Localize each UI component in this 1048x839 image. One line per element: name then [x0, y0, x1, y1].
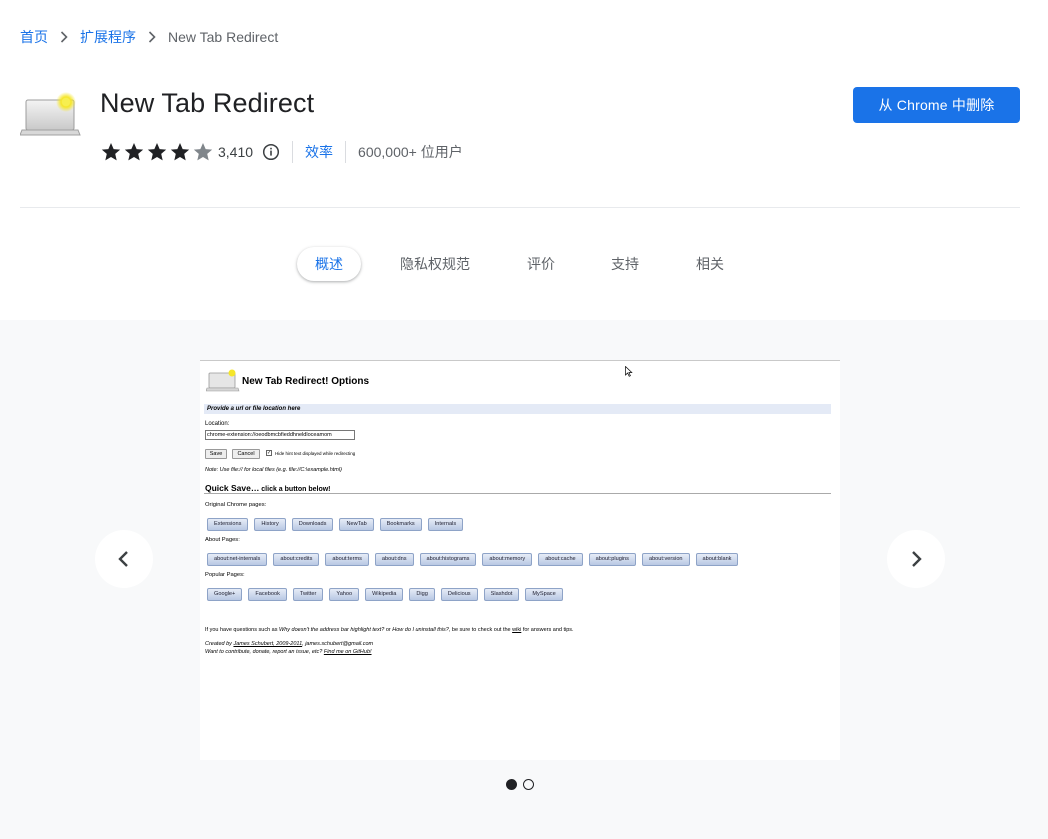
breadcrumb-extensions-link[interactable]: 扩展程序: [80, 27, 136, 47]
popular-page-button: Slashdot: [483, 588, 520, 601]
original-pages-row: Extensions History Downloads NewTab Book…: [207, 518, 464, 531]
chevron-right-icon: [148, 31, 156, 43]
mouse-cursor-icon: [625, 366, 633, 377]
extension-logo-icon: [19, 92, 82, 140]
quick-save-title: Quick Save…: [205, 483, 260, 493]
tab-support[interactable]: 支持: [600, 247, 650, 281]
tab-related[interactable]: 相关: [685, 247, 735, 281]
about-page-button: about:memory: [482, 553, 533, 566]
faq-text-e: , be sure to check out the: [448, 627, 513, 633]
about-page-button: about:terms: [325, 553, 369, 566]
popular-page-button: Twitter: [292, 588, 324, 601]
about-page-button: about:net-internals: [207, 553, 268, 566]
options-created-text: Created by James Schubert, 2009-2011, ja…: [205, 641, 373, 647]
info-icon[interactable]: [262, 143, 280, 161]
gallery-next-button[interactable]: [887, 530, 945, 588]
location-label: Location:: [205, 421, 230, 427]
original-page-button: Extensions: [207, 518, 249, 531]
meta-divider: [292, 141, 294, 163]
screenshot-gallery: New Tab Redirect! Options Provide a url …: [0, 320, 1048, 839]
about-page-button: about:version: [641, 553, 690, 566]
created-author-link: James Schubert, 2009-2011: [233, 641, 303, 647]
faq-wiki-link: wiki: [512, 627, 522, 633]
about-page-button: about:dns: [374, 553, 414, 566]
popular-page-button: MySpace: [525, 588, 563, 601]
meta-divider: [345, 141, 347, 163]
about-page-button: about:plugins: [588, 553, 636, 566]
options-logo-icon: [205, 369, 240, 393]
popular-pages-label: Popular Pages:: [205, 572, 245, 578]
original-page-button: NewTab: [339, 518, 374, 531]
popular-page-button: Delicious: [440, 588, 478, 601]
contribute-text: Want to contribute, donate, report an is…: [205, 649, 324, 655]
options-band: Provide a url or file location here: [204, 404, 831, 414]
popular-page-button: Digg: [409, 588, 435, 601]
popular-page-button: Yahoo: [329, 588, 360, 601]
gallery-dot-1[interactable]: [506, 779, 517, 790]
about-page-button: about:blank: [695, 553, 739, 566]
options-save-button: Save: [205, 449, 227, 459]
chevron-right-icon: [912, 551, 922, 567]
faq-text-b: Why doesn't the address bar highlight te…: [279, 627, 385, 633]
options-faq-text: If you have questions such as Why doesn'…: [205, 627, 574, 633]
original-page-button: Bookmarks: [379, 518, 422, 531]
extension-meta: 3,410 效率 600,000+ 位用户: [100, 140, 463, 164]
tab-privacy[interactable]: 隐私权规范: [392, 247, 478, 281]
options-title: New Tab Redirect! Options: [242, 376, 370, 387]
gallery-prev-button[interactable]: [95, 530, 153, 588]
popular-page-button: Google+: [207, 588, 243, 601]
faq-text-d: How do I uninstall this?: [392, 627, 449, 633]
options-note: Note: Use file:// for local files (e.g. …: [205, 467, 342, 473]
star-filled-icon: [101, 143, 121, 161]
original-page-button: History: [254, 518, 286, 531]
star-filled-icon: [124, 143, 144, 161]
tab-overview[interactable]: 概述: [297, 247, 361, 281]
star-filled-icon: [170, 143, 190, 161]
star-empty-icon: [193, 143, 213, 161]
options-rule: [204, 493, 831, 494]
about-page-button: about:credits: [273, 553, 320, 566]
hide-hint-label: Hide hint text displayed while redirecti…: [275, 451, 356, 456]
location-input: chrome-extension://oeodbmcbfieddhneldloc…: [205, 430, 355, 440]
popular-page-button: Wikipedia: [365, 588, 404, 601]
popular-pages-row: Google+ Facebook Twitter Yahoo Wikipedia…: [207, 588, 563, 601]
extension-title: New Tab Redirect: [100, 88, 315, 118]
star-filled-icon: [147, 143, 167, 161]
remove-from-chrome-button[interactable]: 从 Chrome 中删除: [853, 87, 1020, 123]
created-email: , james.schubert@gmail.com: [302, 641, 374, 647]
chevron-left-icon: [118, 551, 128, 567]
rating-stars: [100, 141, 214, 163]
about-pages-row: about:net-internals about:credits about:…: [207, 553, 739, 566]
breadcrumb-home-link[interactable]: 首页: [20, 27, 48, 47]
quick-save-heading: Quick Save… click a button below!: [205, 483, 331, 493]
options-cancel-button: Cancel: [232, 449, 260, 459]
options-contribute-text: Want to contribute, donate, report an is…: [205, 649, 372, 655]
gallery-screenshot[interactable]: New Tab Redirect! Options Provide a url …: [200, 360, 840, 760]
github-link: Find me on GitHub!: [323, 649, 372, 655]
breadcrumb-current: New Tab Redirect: [168, 29, 279, 45]
about-page-button: about:cache: [538, 553, 583, 566]
original-page-button: Downloads: [291, 518, 334, 531]
tab-reviews[interactable]: 评价: [516, 247, 566, 281]
breadcrumb: 首页 扩展程序 New Tab Redirect: [20, 27, 278, 47]
header-divider: [20, 207, 1020, 208]
gallery-dots: [506, 779, 534, 790]
about-pages-label: About Pages:: [205, 537, 240, 543]
gallery-dot-2[interactable]: [523, 779, 534, 790]
popular-page-button: Facebook: [248, 588, 287, 601]
original-pages-label: Original Chrome pages:: [205, 502, 267, 508]
original-page-button: Internals: [427, 518, 464, 531]
user-count: 600,000+ 位用户: [358, 144, 463, 160]
rating-count[interactable]: 3,410: [218, 144, 253, 160]
hide-hint-checkbox: ✓: [266, 450, 272, 456]
created-text-a: Created by: [205, 641, 234, 647]
about-page-button: about:histograms: [419, 553, 477, 566]
faq-text-g: for answers and tips.: [521, 627, 574, 633]
quick-save-subtitle: click a button below!: [259, 486, 331, 493]
faq-text-a: If you have questions such as: [205, 627, 279, 633]
detail-tabs: 概述 隐私权规范 评价 支持 相关: [0, 247, 1048, 281]
category-link[interactable]: 效率: [305, 142, 333, 162]
chevron-right-icon: [60, 31, 68, 43]
